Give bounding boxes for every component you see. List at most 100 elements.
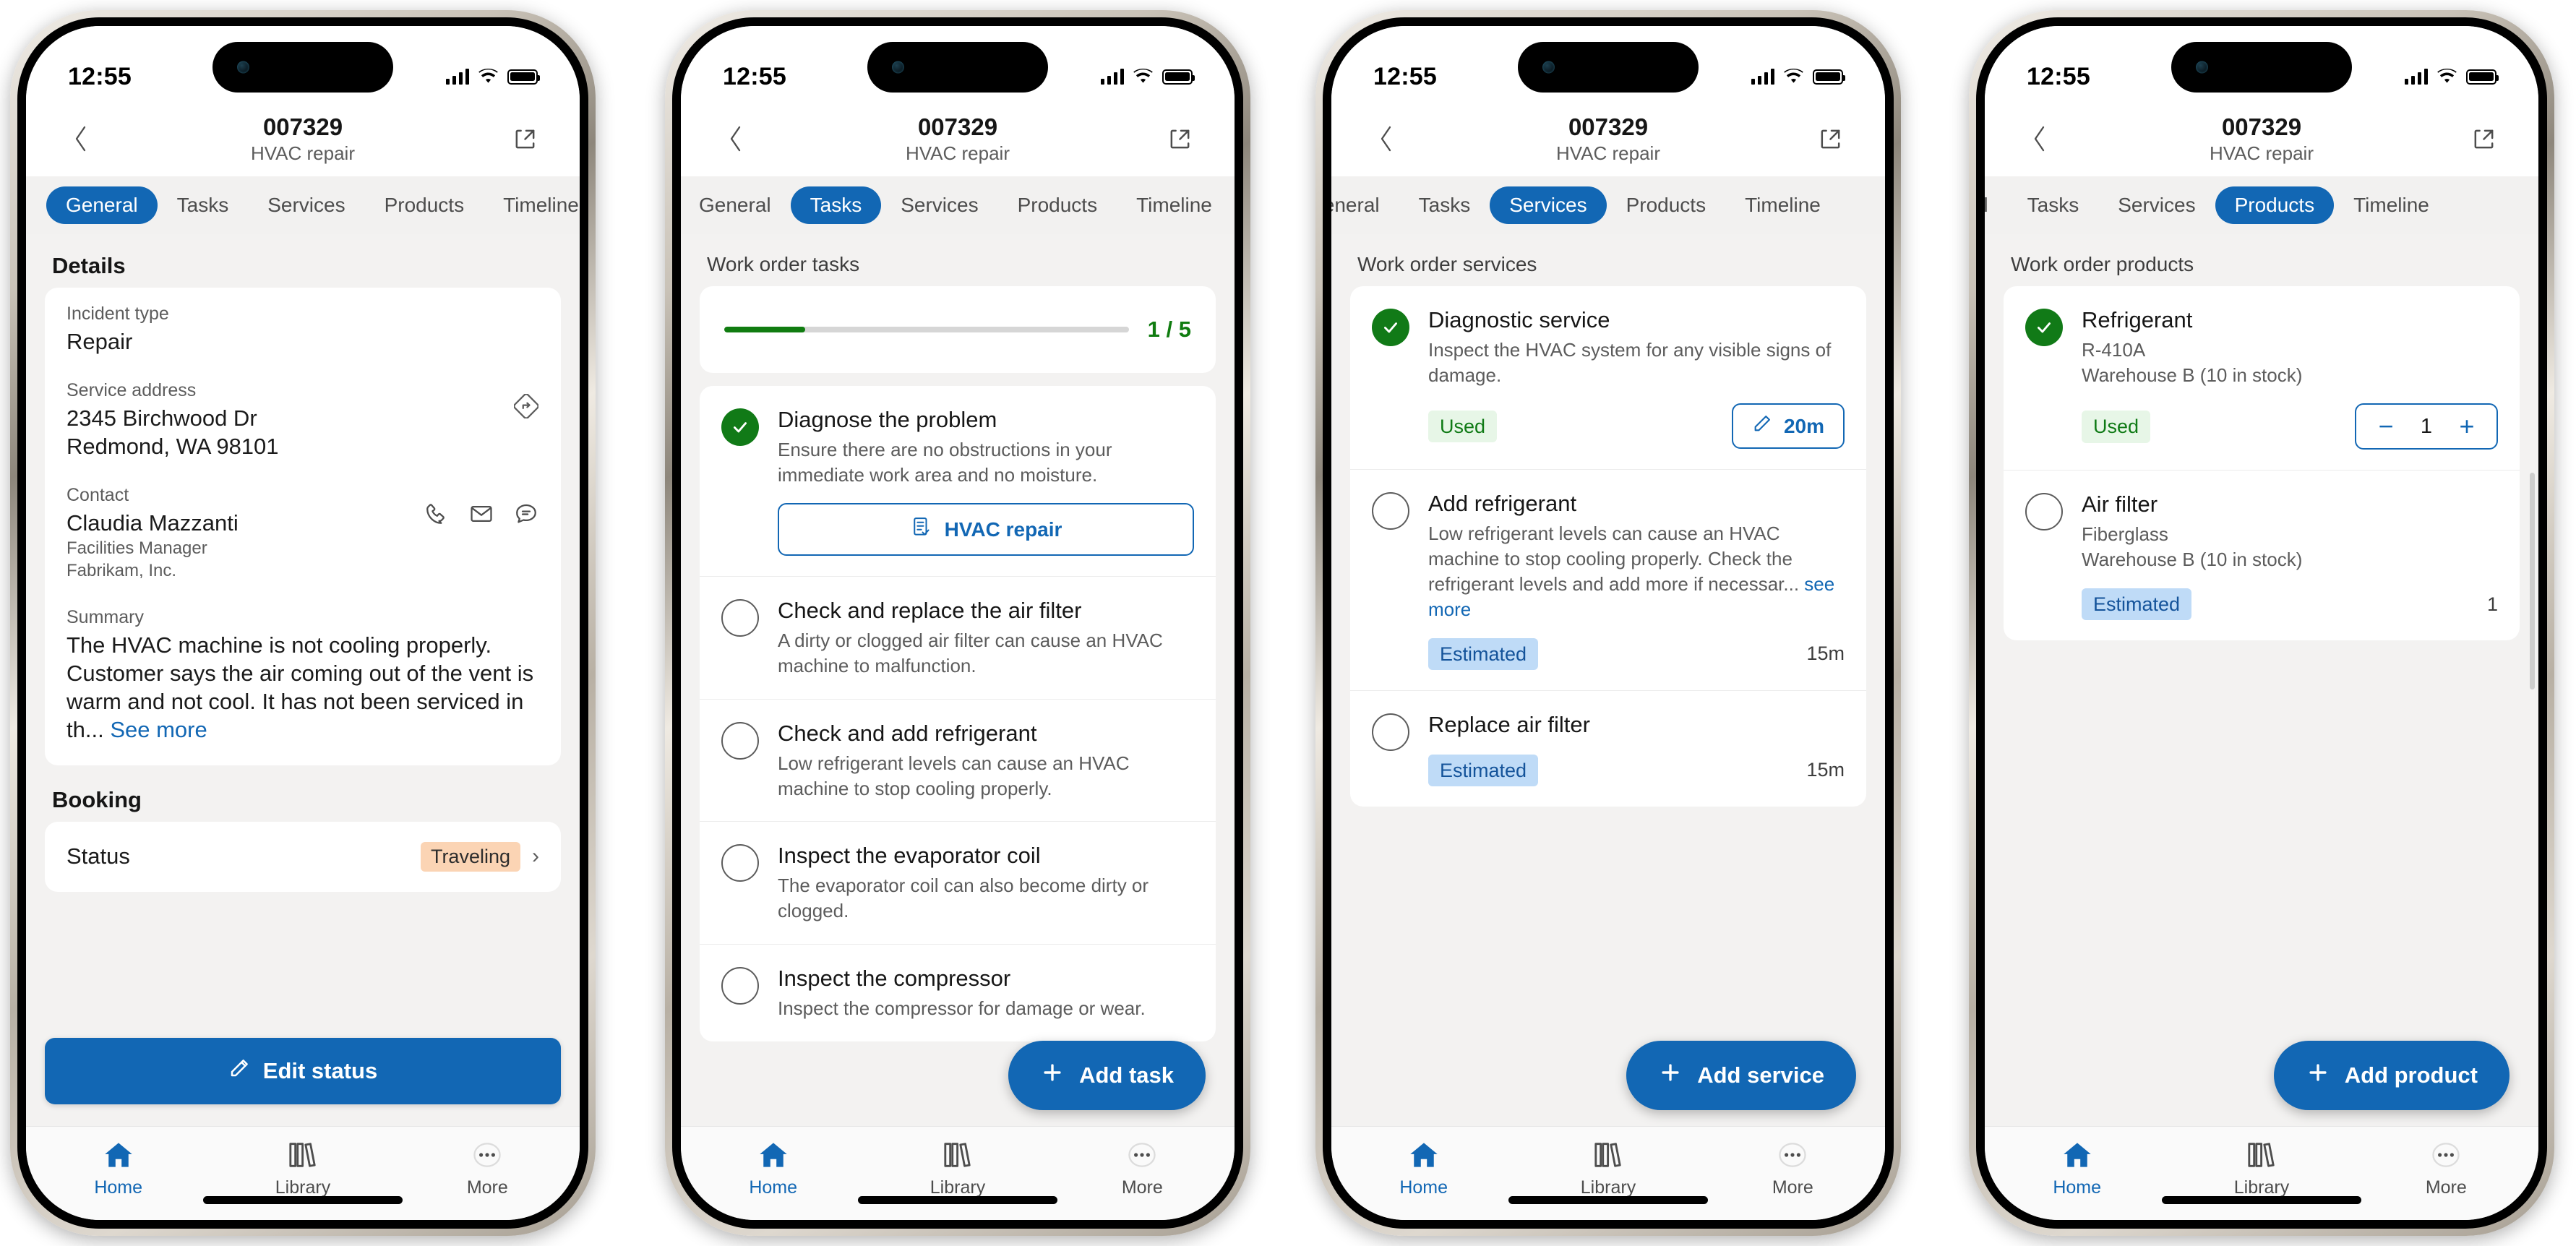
tab-general[interactable]: General bbox=[681, 186, 791, 224]
bottom-nav-item-more[interactable]: More bbox=[1701, 1138, 1885, 1198]
home-indicator[interactable] bbox=[1508, 1196, 1708, 1204]
page-subtitle: HVAC repair bbox=[1555, 142, 1660, 165]
general-tab-content[interactable]: Details Incident type Repair Service add… bbox=[26, 234, 580, 1126]
open-in-new-icon[interactable] bbox=[505, 119, 545, 159]
product-row[interactable]: Air filter Fiberglass Warehouse B (10 in… bbox=[2004, 470, 2520, 640]
add-task-fab-button[interactable]: Add task bbox=[1008, 1041, 1206, 1110]
task-row[interactable]: Inspect the evaporator coil The evaporat… bbox=[700, 821, 1216, 943]
tab-products[interactable]: Products bbox=[2215, 186, 2335, 224]
mail-icon[interactable] bbox=[468, 501, 494, 527]
app-header: 007329 HVAC repair bbox=[681, 101, 1235, 176]
task-row[interactable]: Inspect the compressor Inspect the compr… bbox=[700, 943, 1216, 1041]
open-in-new-icon[interactable] bbox=[1159, 119, 1200, 159]
bottom-nav-item-home[interactable]: Home bbox=[26, 1138, 210, 1198]
bottom-nav-item-library[interactable]: Library bbox=[1516, 1138, 1700, 1198]
back-button[interactable] bbox=[1366, 119, 1407, 159]
bottom-nav-item-library[interactable]: Library bbox=[2169, 1138, 2353, 1198]
tab-tasks[interactable]: Tasks bbox=[790, 186, 882, 224]
service-completed-check-icon[interactable] bbox=[1372, 309, 1409, 346]
summary-see-more-link[interactable]: See more bbox=[110, 717, 207, 742]
edit-status-button[interactable]: Edit status bbox=[45, 1038, 561, 1104]
product-title: Refrigerant bbox=[2082, 307, 2193, 332]
chat-icon[interactable] bbox=[513, 501, 539, 527]
add-service-fab-button[interactable]: Add service bbox=[1626, 1041, 1856, 1110]
content-scrollbar[interactable] bbox=[2530, 473, 2535, 689]
task-attachment-button[interactable]: HVAC repair bbox=[778, 503, 1194, 557]
bottom-navigation[interactable]: Home Library More bbox=[26, 1126, 580, 1220]
task-completed-check-icon[interactable] bbox=[721, 408, 759, 446]
home-indicator[interactable] bbox=[858, 1196, 1057, 1204]
bottom-navigation[interactable]: Home Library More bbox=[1331, 1126, 1885, 1220]
tab-general[interactable]: General bbox=[1331, 186, 1399, 224]
tab-timeline[interactable]: Timeline bbox=[1725, 186, 1840, 224]
bottom-nav-item-home[interactable]: Home bbox=[1331, 1138, 1516, 1198]
tab-products[interactable]: Products bbox=[365, 186, 484, 224]
home-indicator[interactable] bbox=[2162, 1196, 2361, 1204]
tab-services[interactable]: Services bbox=[1490, 186, 1607, 224]
bottom-nav-item-more[interactable]: More bbox=[2354, 1138, 2538, 1198]
tab-services[interactable]: Services bbox=[248, 186, 364, 224]
product-incomplete-radio[interactable] bbox=[2025, 493, 2063, 531]
service-row[interactable]: Replace air filter Estimated 15m bbox=[1350, 689, 1866, 807]
tab-tasks[interactable]: Tasks bbox=[1399, 186, 1490, 224]
task-incomplete-radio[interactable] bbox=[721, 721, 759, 760]
quantity-stepper[interactable]: − 1 + bbox=[2355, 403, 2498, 450]
services-tab-content[interactable]: Work order services Diagnostic service I… bbox=[1331, 234, 1885, 1126]
bottom-navigation[interactable]: Home Library More bbox=[1985, 1126, 2538, 1220]
phone-screen-products[interactable]: 12:55 007329 HVAC repair GeneralTasksSer… bbox=[1985, 26, 2538, 1220]
product-completed-check-icon[interactable] bbox=[2025, 309, 2063, 346]
phone-icon[interactable] bbox=[424, 501, 450, 527]
bottom-nav-item-library[interactable]: Library bbox=[210, 1138, 395, 1198]
tab-general[interactable]: General bbox=[46, 186, 158, 224]
tab-services[interactable]: Services bbox=[2098, 186, 2215, 224]
bottom-nav-item-home[interactable]: Home bbox=[1985, 1138, 2169, 1198]
task-incomplete-radio[interactable] bbox=[721, 966, 759, 1005]
phone-screen-tasks[interactable]: 12:55 007329 HVAC repair General Tasks Ser… bbox=[681, 26, 1235, 1220]
quantity-increment-button[interactable]: + bbox=[2456, 413, 2478, 439]
tab-services[interactable]: Services bbox=[881, 186, 997, 224]
home-indicator[interactable] bbox=[203, 1196, 403, 1204]
tab-bar[interactable]: GeneralTasksServicesProductsTimeline bbox=[681, 176, 1235, 234]
tasks-tab-content[interactable]: Work order tasks 1 / 5 Diagnose the prob… bbox=[681, 234, 1235, 1126]
task-incomplete-radio[interactable] bbox=[721, 599, 759, 637]
service-row[interactable]: Add refrigerant Low refrigerant levels c… bbox=[1350, 469, 1866, 690]
task-row[interactable]: Check and replace the air filter A dirty… bbox=[700, 576, 1216, 698]
back-button[interactable] bbox=[61, 119, 101, 159]
open-in-new-icon[interactable] bbox=[1810, 119, 1850, 159]
task-incomplete-radio[interactable] bbox=[721, 844, 759, 882]
phone-screen-services[interactable]: 12:55 007329 HVAC repair GeneralTasksSer… bbox=[1331, 26, 1885, 1220]
tab-tasks[interactable]: Tasks bbox=[2008, 186, 2099, 224]
products-tab-content[interactable]: Work order products Refrigerant R-410A W… bbox=[1985, 234, 2538, 1126]
bottom-nav-item-more[interactable]: More bbox=[395, 1138, 580, 1198]
tab-bar[interactable]: GeneralTasksServicesProductsTimeline bbox=[26, 176, 580, 234]
bottom-nav-item-more[interactable]: More bbox=[1050, 1138, 1235, 1198]
tab-bar[interactable]: GeneralTasksServicesProductsTimeline bbox=[1331, 176, 1885, 234]
bottom-navigation[interactable]: Home Library More bbox=[681, 1126, 1235, 1220]
quantity-decrement-button[interactable]: − bbox=[2375, 413, 2397, 439]
tab-timeline[interactable]: Timeline bbox=[484, 186, 580, 224]
tab-timeline[interactable]: Timeline bbox=[1117, 186, 1232, 224]
tab-tasks[interactable]: Tasks bbox=[158, 186, 249, 224]
page-subtitle: HVAC repair bbox=[250, 142, 355, 165]
tab-general[interactable]: General bbox=[1985, 186, 2008, 224]
booking-status-row[interactable]: Status Traveling › bbox=[66, 825, 539, 889]
tab-products[interactable]: Products bbox=[1607, 186, 1726, 224]
tab-bar[interactable]: GeneralTasksServicesProductsTimeline bbox=[1985, 176, 2538, 234]
add-product-fab-button[interactable]: Add product bbox=[2273, 1041, 2510, 1110]
service-incomplete-radio[interactable] bbox=[1372, 492, 1409, 530]
back-button[interactable] bbox=[716, 119, 756, 159]
task-row[interactable]: Diagnose the problem Ensure there are no… bbox=[700, 386, 1216, 576]
service-duration-button[interactable]: 20m bbox=[1731, 403, 1845, 450]
service-incomplete-radio[interactable] bbox=[1372, 713, 1409, 751]
bottom-nav-item-home[interactable]: Home bbox=[681, 1138, 865, 1198]
open-in-new-icon[interactable] bbox=[2463, 119, 2504, 159]
bottom-nav-item-library[interactable]: Library bbox=[865, 1138, 1049, 1198]
directions-icon[interactable] bbox=[513, 393, 539, 419]
product-row[interactable]: Refrigerant R-410A Warehouse B (10 in st… bbox=[2004, 286, 2520, 470]
task-row[interactable]: Check and add refrigerant Low refrigeran… bbox=[700, 698, 1216, 821]
service-row[interactable]: Diagnostic service Inspect the HVAC syst… bbox=[1350, 286, 1866, 469]
back-button[interactable] bbox=[2019, 119, 2060, 159]
tab-timeline[interactable]: Timeline bbox=[2334, 186, 2449, 224]
phone-screen-general[interactable]: 12:55 007329 HVAC repair General Tasks Ser… bbox=[26, 26, 580, 1220]
tab-products[interactable]: Products bbox=[998, 186, 1117, 224]
